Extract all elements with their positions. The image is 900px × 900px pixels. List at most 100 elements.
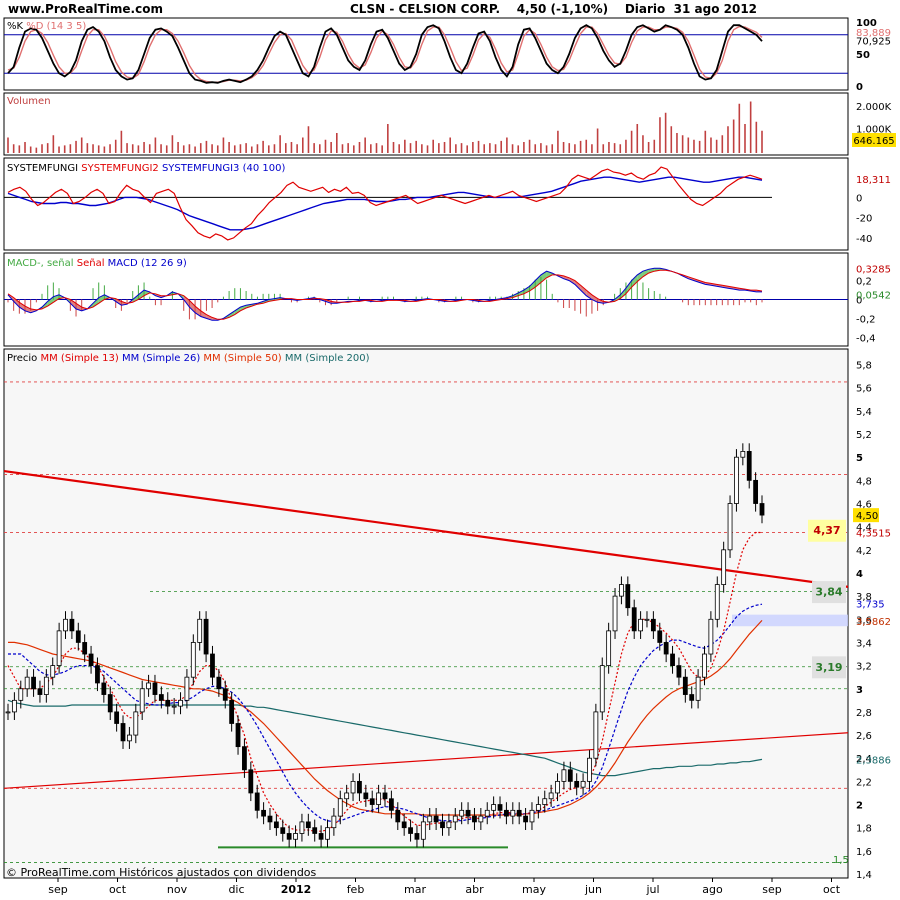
price-candle-body: [580, 780, 586, 788]
x-tick-label: oct: [109, 883, 127, 896]
price-candle-body: [190, 642, 196, 678]
stoch-title: %K %D (14 3 5): [7, 21, 86, 32]
price-candle-body: [254, 792, 260, 811]
macd-tick-label: -0,4: [856, 333, 876, 344]
price-candle-body: [593, 711, 599, 759]
price-candle-body: [216, 676, 222, 690]
price-candle-body: [152, 682, 158, 695]
price-candle-body: [101, 682, 107, 695]
mm13-value-label: 4,3515: [856, 528, 891, 539]
price-candle-body: [127, 734, 132, 742]
price-candle-body: [82, 642, 88, 655]
gap-zone-box: [732, 614, 848, 627]
price-candle-body: [273, 821, 279, 829]
price-candle-body: [625, 584, 631, 609]
price-candle-body: [612, 595, 618, 632]
price-tick-label: 5: [856, 453, 863, 464]
price-tick-label: 3,2: [856, 662, 872, 673]
price-candle-body: [261, 809, 266, 817]
price-candle-body: [75, 630, 81, 643]
fungi-title: SYSTEMFUNGI SYSTEMFUNGI2 SYSTEMFUNGI3 (4…: [7, 163, 285, 174]
price-candle-body: [210, 653, 215, 678]
fungi-tick-label: -20: [856, 214, 872, 225]
price-tick-label: 1,8: [856, 824, 872, 835]
macd-hist-value-label: 0,0542: [856, 290, 891, 301]
price-tick-label: 1,4: [856, 870, 872, 881]
price-candle-body: [395, 809, 401, 823]
price-candle-body: [43, 676, 49, 695]
x-tick-label: oct: [823, 883, 841, 896]
price-candle-body: [606, 630, 612, 666]
volume-title: Volumen: [7, 96, 51, 107]
price-candle-body: [11, 699, 17, 713]
panel-frame-price: [3, 348, 849, 879]
stoch-k-value-label: 70,925: [856, 37, 891, 48]
price-candle-body: [171, 705, 177, 708]
price-candle-body: [286, 833, 292, 840]
price-candle-body: [548, 792, 554, 800]
price-candle-body: [363, 792, 369, 800]
price-candle-body: [24, 676, 30, 690]
price-candle-body: [31, 676, 36, 690]
price-candle-body: [293, 833, 298, 840]
price-candle-body: [69, 618, 75, 632]
price-candle-body: [50, 665, 56, 678]
price-title: Precio MM (Simple 13) MM (Simple 26) MM …: [7, 353, 370, 364]
macd-tick-label: -0,2: [856, 314, 876, 325]
price-candle-body: [158, 694, 164, 701]
price-candle-body: [650, 618, 656, 632]
support-level-label: 3,19: [815, 661, 842, 674]
price-candle-body: [689, 694, 695, 701]
price-candle-body: [5, 711, 11, 714]
price-candle-body: [663, 642, 669, 655]
macd-tick-label: 0,2: [856, 277, 872, 288]
price-candle-body: [727, 503, 733, 551]
price-candle-body: [267, 815, 273, 823]
price-candle-body: [382, 792, 388, 800]
x-tick-label: ago: [702, 883, 723, 896]
price-candle-body: [235, 723, 241, 748]
price-candle-body: [318, 833, 324, 840]
price-tick-label: 4: [856, 569, 863, 580]
price-candle-body: [631, 607, 637, 632]
price-candle-body: [248, 769, 254, 794]
price-candle-body: [516, 809, 522, 817]
price-candle-body: [401, 821, 407, 829]
price-candle-body: [146, 682, 151, 690]
price-tick-label: 1,6: [856, 847, 872, 858]
price-candle-body: [740, 451, 746, 458]
price-level-label: 4,37: [813, 524, 840, 537]
stoch-tick-label: 0: [856, 82, 863, 93]
price-candle-body: [484, 809, 490, 817]
price-candle-body: [178, 699, 183, 707]
macd-title: MACD-, señal Señal MACD (12 26 9): [7, 258, 187, 269]
price-candle-body: [388, 798, 394, 811]
price-candle-body: [682, 676, 688, 695]
price-candle-body: [657, 630, 663, 643]
price-candle-body: [350, 780, 356, 794]
price-candle-body: [619, 584, 624, 597]
price-candle-body: [114, 711, 120, 724]
price-candle-body: [139, 688, 145, 713]
price-candle-body: [408, 827, 413, 834]
fungi-value-label: 18,311: [856, 175, 891, 186]
price-candle-body: [369, 798, 375, 805]
price-candle-body: [535, 804, 541, 811]
multi-panel-chart: %K %D (14 3 5) 10050083,88970,925Volumen2…: [3, 17, 896, 896]
price-tick-label: 3,4: [856, 638, 872, 649]
price-candle-body: [510, 809, 516, 817]
panel-frame-volume: [3, 92, 849, 156]
price-candle-body: [721, 549, 727, 585]
price-candle-body: [337, 798, 343, 817]
x-tick-label: may: [522, 883, 546, 896]
base-level-label: 1,5: [833, 855, 849, 866]
price-candle-body: [440, 821, 445, 829]
price-candle-body: [599, 665, 605, 713]
price-candle-body: [714, 584, 720, 620]
price-candle-body: [433, 815, 439, 823]
volume-tick-label: 2.000K: [856, 102, 892, 113]
footer-credit: © ProRealTime.com Históricos ajustados c…: [6, 866, 317, 879]
price-candle-body: [702, 653, 707, 678]
stoch-tick-label: 50: [856, 50, 870, 61]
price-candle-body: [203, 618, 209, 655]
